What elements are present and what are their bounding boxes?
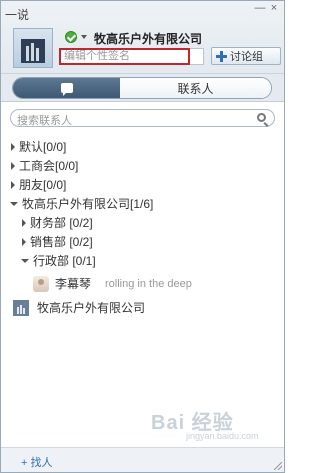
group-friends[interactable]: 朋友[0/0] xyxy=(11,175,66,194)
minimize-icon[interactable]: — xyxy=(254,3,266,15)
group-company[interactable]: 牧高乐户外有限公司[1/6] xyxy=(10,194,153,213)
resize-grip-icon[interactable] xyxy=(274,462,282,470)
search-icon[interactable] xyxy=(257,113,266,122)
search-placeholder: 搜索联系人 xyxy=(17,115,72,127)
expand-arrow-icon xyxy=(11,142,15,151)
app-title: 一说 xyxy=(5,8,30,22)
group-finance[interactable]: 财务部 [0/2] xyxy=(22,213,93,232)
search-input[interactable]: 搜索联系人 xyxy=(10,109,275,127)
create-group-label: 讨论组 xyxy=(230,51,263,63)
group-union[interactable]: 工商会[0/0] xyxy=(11,156,78,175)
signature-input[interactable]: 编辑个性签名 xyxy=(59,48,190,65)
profile-header: 一说 — × 牧高乐户外有限公司 编辑个性签名 讨论组 xyxy=(1,1,284,74)
online-check-icon[interactable] xyxy=(65,31,77,43)
create-discussion-group-button[interactable]: 讨论组 xyxy=(211,47,281,65)
expand-arrow-icon xyxy=(11,161,15,170)
status-dropdown-icon[interactable] xyxy=(81,35,87,39)
tab-switcher: 联系人 xyxy=(12,77,272,99)
expand-arrow-icon xyxy=(11,180,15,189)
company-logo-icon xyxy=(21,39,45,63)
watermark-url: jingyan.baidu.com xyxy=(186,431,259,441)
org-entry[interactable]: 牧高乐户外有限公司 xyxy=(13,298,145,317)
group-label: 工商会[0/0] xyxy=(19,159,79,173)
contact-item[interactable]: 李幕琴 rolling in the deep xyxy=(33,274,192,293)
close-icon[interactable]: × xyxy=(268,3,280,15)
contact-avatar-icon xyxy=(33,275,49,292)
plus-icon xyxy=(216,50,227,62)
tab-bar: 联系人 xyxy=(1,74,284,102)
group-label: 财务部 [0/2] xyxy=(30,216,93,230)
group-label: 牧高乐户外有限公司[1/6] xyxy=(22,197,154,211)
group-sales[interactable]: 销售部 [0/2] xyxy=(22,232,93,251)
group-admin[interactable]: 行政部 [0/1] xyxy=(21,251,96,270)
collapse-arrow-icon xyxy=(10,201,18,206)
group-label: 行政部 [0/1] xyxy=(33,254,96,268)
contact-name: 李幕琴 xyxy=(55,277,92,291)
signature-input-extension[interactable] xyxy=(190,48,204,65)
avatar[interactable] xyxy=(13,28,53,68)
window-controls: — × xyxy=(254,3,280,15)
group-label: 朋友[0/0] xyxy=(19,178,67,192)
footer-bar: + 找人 xyxy=(1,447,284,472)
user-name: 牧高乐户外有限公司 xyxy=(94,32,203,46)
tab-contacts[interactable]: 联系人 xyxy=(120,78,271,98)
group-label: 销售部 [0/2] xyxy=(30,235,93,249)
org-name: 牧高乐户外有限公司 xyxy=(37,301,146,315)
find-people-button[interactable]: + 找人 xyxy=(21,454,52,470)
chat-bubble-icon xyxy=(60,83,73,96)
expand-arrow-icon xyxy=(22,218,26,227)
contacts-window: 一说 — × 牧高乐户外有限公司 编辑个性签名 讨论组 联系人 搜索联系人 默认… xyxy=(0,0,285,473)
collapse-arrow-icon xyxy=(21,258,29,263)
expand-arrow-icon xyxy=(22,237,26,246)
contact-signature: rolling in the deep xyxy=(105,277,192,290)
tab-chat[interactable] xyxy=(13,78,120,98)
company-logo-icon xyxy=(13,299,29,316)
group-label: 默认[0/0] xyxy=(19,140,67,154)
group-default[interactable]: 默认[0/0] xyxy=(11,137,66,156)
